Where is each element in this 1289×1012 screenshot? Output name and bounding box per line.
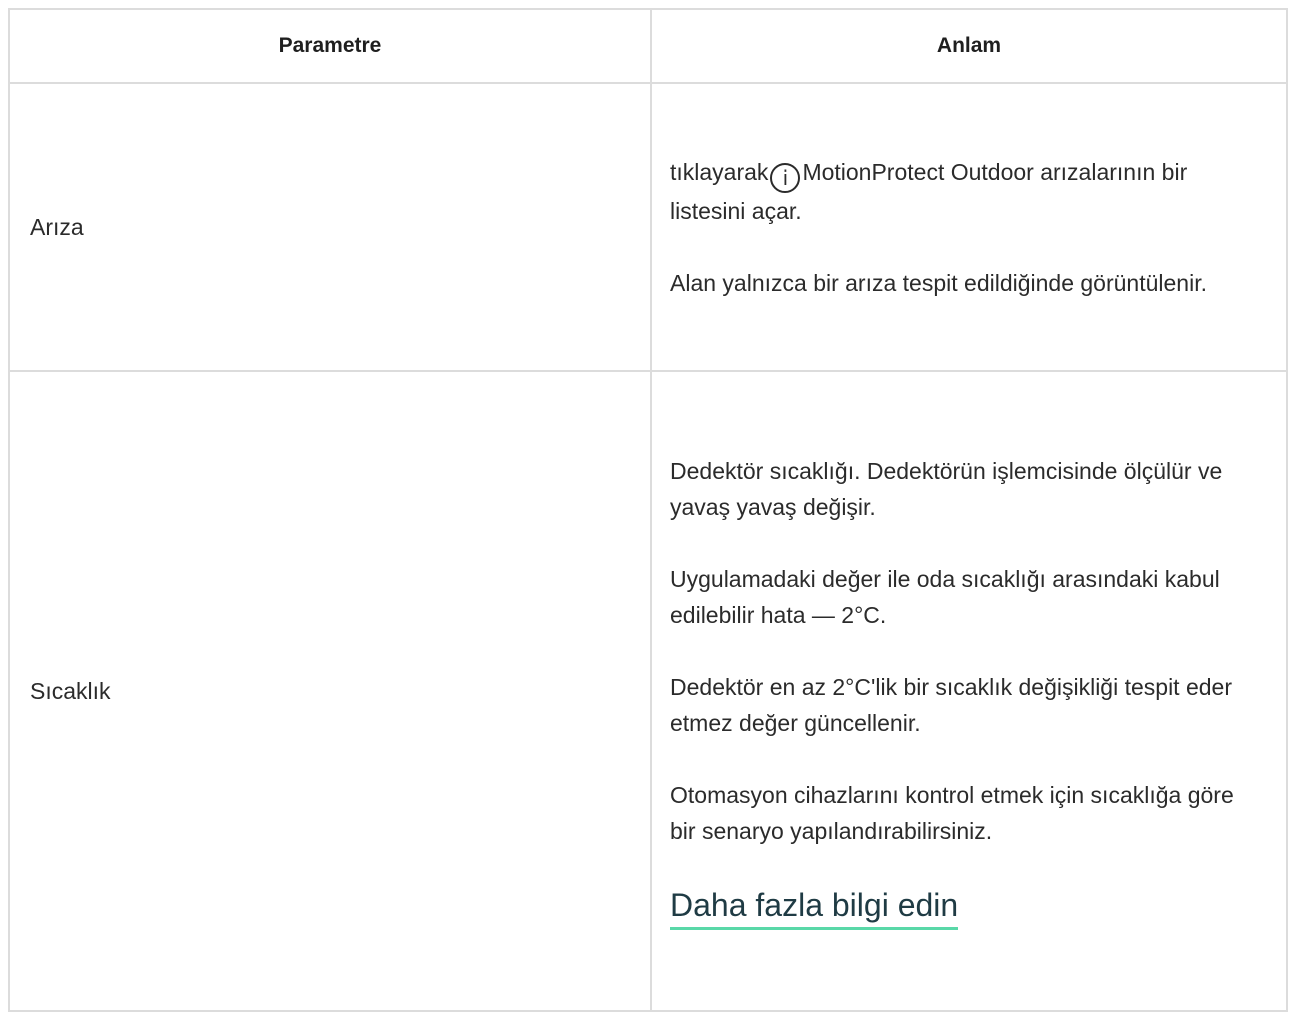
description-paragraph: Otomasyon cihazlarını kontrol etmek için… (670, 781, 1234, 844)
description-paragraph: tıklayarak i MotionProtect Outdoor arızala… (670, 154, 1256, 229)
description-paragraph: Dedektör en az 2°C'lik bir sıcaklık deği… (670, 673, 1232, 736)
info-icon[interactable]: i (770, 162, 801, 193)
header-parameter: Parametre (8, 8, 652, 84)
description-paragraph: Dedektör sıcaklığı. Dedektörün işlemcisi… (670, 457, 1223, 520)
parameters-table: Parametre Anlam Arıza tıklayarak i MotionP… (8, 8, 1288, 1012)
parameter-description: Dedektör sıcaklığı. Dedektörün işlemcisi… (650, 370, 1288, 1012)
description-paragraph: Uygulamadaki değer ile oda sıcaklığı ara… (670, 565, 1220, 628)
header-meaning: Anlam (650, 8, 1288, 84)
table-header-row: Parametre Anlam (8, 8, 1288, 84)
learn-more-link[interactable]: Daha fazla bilgi edin (670, 885, 959, 930)
description-paragraph: Alan yalnızca bir arıza tespit edildiğin… (670, 269, 1207, 296)
table-row: Arıza tıklayarak i MotionProtect Outdoor a… (8, 82, 1288, 372)
parameter-description: tıklayarak i MotionProtect Outdoor arızala… (650, 82, 1288, 372)
parameter-name: Arıza (8, 82, 652, 372)
description-text: tıklayarak (670, 158, 769, 185)
parameter-name: Sıcaklık (8, 370, 652, 1012)
table-row: Sıcaklık Dedektör sıcaklığı. Dedektörün … (8, 370, 1288, 1012)
